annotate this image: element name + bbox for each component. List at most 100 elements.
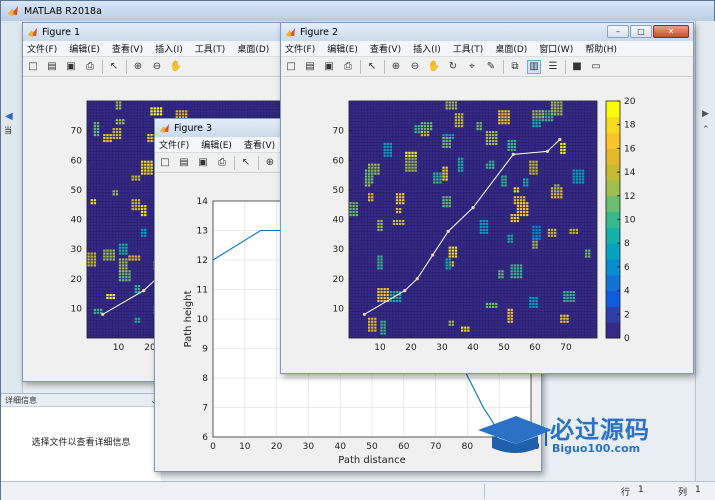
menu-desktop[interactable]: 桌面(D): [495, 42, 527, 55]
legend-toggle-icon[interactable]: ☰: [546, 60, 560, 74]
colorbar-segment: [606, 274, 620, 292]
figure2-title: Figure 2: [300, 26, 339, 38]
fig2-path-point: [511, 152, 515, 156]
colorbar-toggle-icon[interactable]: ▥: [527, 59, 541, 74]
save-icon[interactable]: ▣: [322, 60, 336, 74]
fig2-cell: [445, 258, 448, 261]
data-cursor-icon[interactable]: ⌖: [465, 60, 479, 74]
pan-icon[interactable]: ✋: [169, 60, 183, 74]
fig2-cell: [510, 317, 513, 320]
new-figure-icon[interactable]: □: [158, 156, 172, 170]
menu-file[interactable]: 文件(F): [159, 138, 189, 151]
print-icon[interactable]: ⎙: [215, 156, 229, 170]
fig2-cell: [395, 196, 399, 199]
fig1-cell: [134, 291, 137, 294]
link-plot-icon[interactable]: ⧉: [508, 60, 522, 74]
fig1-cell: [134, 199, 137, 202]
fig2-cell: [405, 160, 408, 163]
fig2-cell: [479, 128, 482, 131]
fig1-cell: [122, 249, 125, 252]
menu-edit[interactable]: 编辑(E): [327, 42, 358, 55]
minimize-icon[interactable]: –: [607, 25, 629, 38]
menu-tools[interactable]: 工具(T): [195, 42, 226, 55]
fig2-cell: [420, 133, 423, 137]
menu-file[interactable]: 文件(F): [27, 42, 57, 55]
zoom-in-icon[interactable]: ⊕: [131, 60, 145, 74]
menu-edit[interactable]: 编辑(E): [69, 42, 100, 55]
menu-window[interactable]: 窗口(W): [539, 42, 573, 55]
fig1-cell: [147, 166, 150, 169]
menu-edit[interactable]: 编辑(E): [201, 138, 232, 151]
pointer-icon[interactable]: ↖: [107, 60, 121, 74]
menu-help[interactable]: 帮助(H): [585, 42, 617, 55]
open-file-icon[interactable]: ▤: [177, 156, 191, 170]
fig2-cell: [395, 219, 399, 223]
figure2-window[interactable]: Figure 2 – □ ✕ 文件(F) 编辑(E) 查看(V) 插入(I) 工…: [280, 22, 694, 374]
fig1-cell: [125, 243, 128, 246]
menu-insert[interactable]: 插入(I): [413, 42, 441, 55]
fig2-cell: [507, 308, 510, 311]
zoom-in-icon[interactable]: ⊕: [263, 156, 277, 170]
fig2-cell: [572, 181, 575, 184]
fig2-cell: [461, 329, 464, 332]
fig1-cell: [156, 107, 160, 110]
fig1-cell: [125, 258, 128, 261]
fig2-cell: [516, 208, 520, 211]
fig2-cell: [519, 208, 523, 211]
open-file-icon[interactable]: ▤: [303, 60, 317, 74]
brush-icon[interactable]: ✎: [484, 60, 498, 74]
print-icon[interactable]: ⎙: [341, 60, 355, 74]
fig2-cell: [538, 113, 541, 116]
fig1-cell: [140, 231, 144, 234]
open-file-icon[interactable]: ▤: [45, 60, 59, 74]
fig1-cell: [144, 172, 147, 175]
menu-tools[interactable]: 工具(T): [453, 42, 484, 55]
fig2-cell: [488, 133, 492, 137]
panel-collapse-icon[interactable]: ⌃: [702, 125, 710, 135]
pointer-icon[interactable]: ↖: [239, 156, 253, 170]
figure1-title-bar[interactable]: Figure 1: [23, 23, 311, 41]
fig2-cell: [368, 329, 371, 332]
fig1-cell: [115, 104, 119, 107]
zoom-out-icon[interactable]: ⊖: [150, 60, 164, 74]
figure2-title-bar[interactable]: Figure 2 – □ ✕: [281, 23, 693, 41]
menu-view[interactable]: 查看(V): [370, 42, 401, 55]
print-icon[interactable]: ⎙: [83, 60, 97, 74]
pointer-icon[interactable]: ↖: [365, 60, 379, 74]
rotate-icon[interactable]: ↻: [446, 60, 460, 74]
menu-view[interactable]: 查看(V): [112, 42, 143, 55]
menu-view[interactable]: 查看(V): [244, 138, 275, 151]
fig1-cell: [109, 252, 112, 255]
menu-file[interactable]: 文件(F): [285, 42, 315, 55]
fig2-cell: [523, 202, 526, 205]
pan-icon[interactable]: ✋: [427, 60, 441, 74]
close-icon[interactable]: ✕: [653, 25, 689, 38]
fig2-cell: [371, 196, 374, 199]
fig2-cell: [507, 142, 510, 146]
show-plot-tools-icon[interactable]: ▭: [589, 60, 603, 74]
fig2-cell: [383, 291, 386, 294]
fig1-cell: [87, 255, 90, 258]
fig2-cell: [516, 213, 520, 217]
fig1-cell: [115, 119, 119, 122]
fig1-cell: [106, 296, 109, 300]
fig2-cell: [581, 181, 585, 184]
fig2-cell: [395, 296, 399, 300]
save-icon[interactable]: ▣: [196, 156, 210, 170]
fig1-cell: [90, 264, 93, 267]
panel-arrow-icon[interactable]: ▶: [702, 109, 709, 119]
menu-desktop[interactable]: 桌面(D): [237, 42, 269, 55]
fig2-cell: [535, 246, 538, 249]
zoom-out-icon[interactable]: ⊖: [408, 60, 422, 74]
hide-plot-tools-icon[interactable]: ■: [570, 60, 584, 74]
fig2-cell: [377, 166, 380, 169]
save-icon[interactable]: ▣: [64, 60, 78, 74]
zoom-in-icon[interactable]: ⊕: [389, 60, 403, 74]
fig1-cell: [93, 133, 97, 137]
collapse-arrow-icon[interactable]: ◀: [5, 111, 13, 122]
new-figure-icon[interactable]: □: [284, 60, 298, 74]
maximize-icon[interactable]: □: [630, 25, 652, 38]
fig2-cell: [374, 320, 377, 323]
menu-insert[interactable]: 插入(I): [155, 42, 183, 55]
new-figure-icon[interactable]: □: [26, 60, 40, 74]
